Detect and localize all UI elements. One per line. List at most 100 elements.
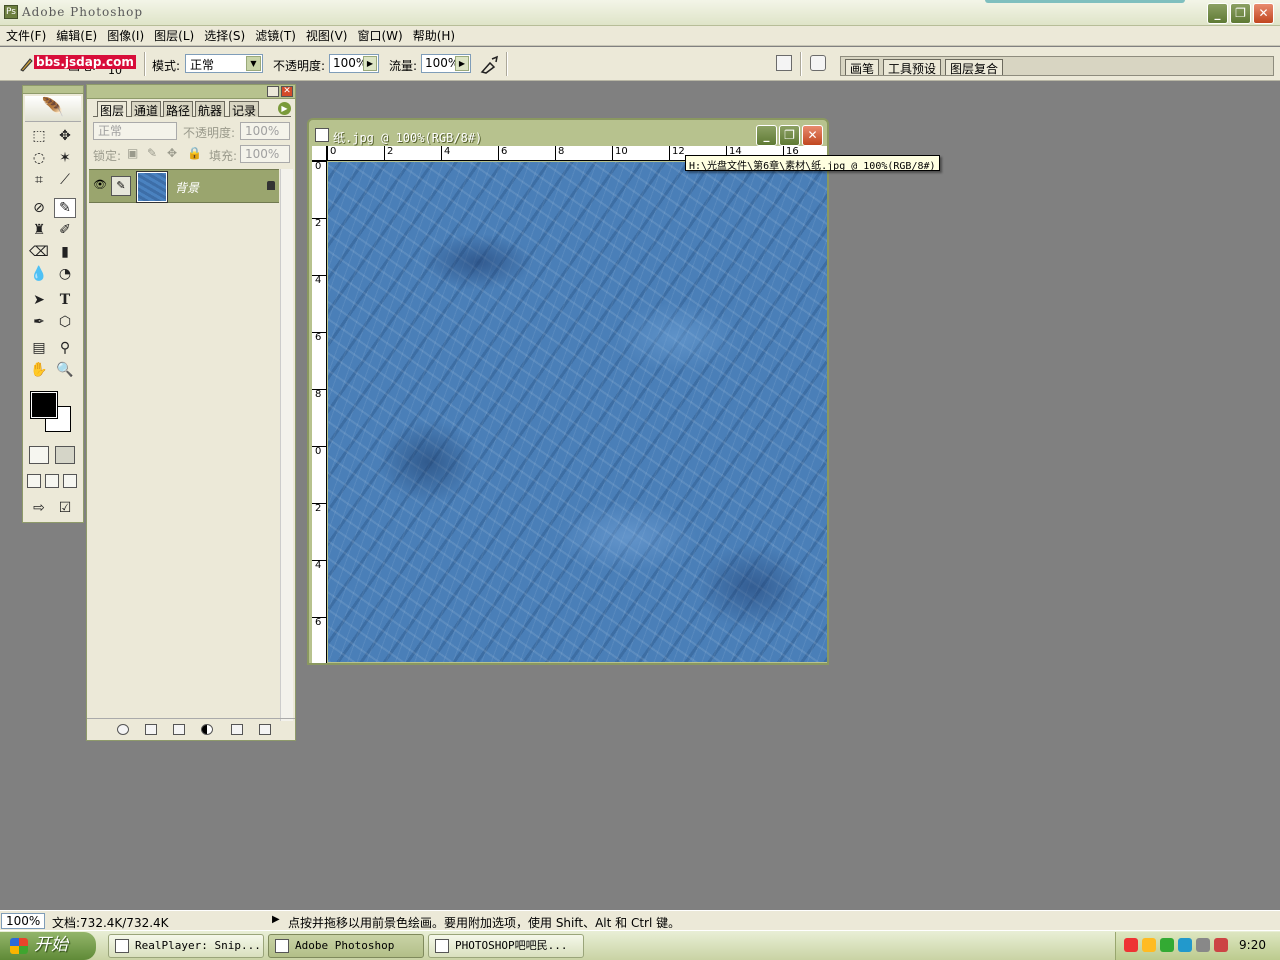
- taskbar-item-browser[interactable]: PHOTOSHOP吧吧民...: [428, 934, 584, 958]
- eyedropper-tool-icon[interactable]: ⚲: [54, 338, 76, 358]
- play-arrow-icon[interactable]: ▶: [363, 56, 377, 71]
- zoom-tool-icon[interactable]: 🔍: [54, 360, 76, 380]
- document-title-bar[interactable]: 纸.jpg @ 100%(RGB/8#) _ ❐ ✕: [313, 124, 823, 146]
- tab-layers[interactable]: 图层: [97, 101, 128, 118]
- shape-tool-icon[interactable]: ⬡: [54, 312, 76, 332]
- menu-edit[interactable]: 编辑(E): [54, 27, 105, 44]
- palette-well-tab-brushes[interactable]: 画笔: [845, 59, 880, 76]
- standard-screen-mode-button[interactable]: [27, 474, 41, 488]
- lock-position-icon[interactable]: ✥: [167, 146, 177, 160]
- menu-select[interactable]: 选择(S): [202, 27, 253, 44]
- vertical-ruler[interactable]: 0 2 4 6 8 0 2 4 6: [312, 161, 327, 663]
- palette-well-tab-layer-comps[interactable]: 图层复合: [945, 59, 1004, 76]
- taskbar-item-photoshop[interactable]: Adobe Photoshop: [268, 934, 424, 958]
- brush-link-icon[interactable]: ✎: [111, 176, 131, 196]
- notes-tool-icon[interactable]: ▤: [28, 338, 50, 358]
- menu-window[interactable]: 窗口(W): [355, 27, 410, 44]
- toolbox-header[interactable]: [23, 86, 83, 94]
- play-arrow-icon[interactable]: ▶: [455, 56, 469, 71]
- menu-filter[interactable]: 滤镜(T): [253, 27, 304, 44]
- qq-icon[interactable]: [1124, 938, 1138, 952]
- healing-brush-tool-icon[interactable]: ⊘: [28, 198, 50, 218]
- lasso-tool-icon[interactable]: ◌: [28, 148, 50, 168]
- palette-well-tab-tool-presets[interactable]: 工具预设: [883, 59, 942, 76]
- full-screen-menu-mode-button[interactable]: [45, 474, 59, 488]
- move-tool-icon[interactable]: ✥: [54, 126, 76, 146]
- menu-view[interactable]: 视图(V): [304, 27, 356, 44]
- layers-scrollbar[interactable]: [280, 169, 293, 721]
- full-screen-mode-button[interactable]: [63, 474, 77, 488]
- marquee-tool-icon[interactable]: ⬚: [28, 126, 50, 146]
- minimize-button[interactable]: _: [1207, 3, 1228, 24]
- new-layer-icon[interactable]: [231, 724, 243, 735]
- eye-visibility-icon[interactable]: 👁: [93, 178, 107, 192]
- image-canvas[interactable]: [328, 162, 827, 662]
- network-icon[interactable]: [1160, 938, 1174, 952]
- menu-file[interactable]: 文件(F): [4, 27, 54, 44]
- palette-menu-arrow-icon[interactable]: ▶: [278, 102, 291, 115]
- type-tool-icon[interactable]: T: [54, 290, 76, 310]
- airbrush-icon[interactable]: [480, 55, 500, 75]
- blend-mode-select[interactable]: 正常: [93, 122, 177, 140]
- palette-close-button[interactable]: ✕: [281, 86, 293, 97]
- file-browser-icon[interactable]: [776, 55, 792, 71]
- layer-row-background[interactable]: 👁 ✎ 背景: [89, 169, 279, 203]
- dodge-tool-icon[interactable]: ◔: [54, 264, 76, 284]
- magic-wand-tool-icon[interactable]: ✶: [54, 148, 76, 168]
- tab-navigator[interactable]: 航器: [195, 101, 226, 118]
- edit-check-icon[interactable]: ☑: [54, 498, 76, 518]
- path-selection-tool-icon[interactable]: ➤: [28, 290, 50, 310]
- security-icon[interactable]: [1214, 938, 1228, 952]
- flow-input[interactable]: 100% ▶: [421, 54, 471, 73]
- layers-palette-header[interactable]: ✕: [87, 85, 295, 99]
- brush-tool-icon[interactable]: ✎: [54, 198, 76, 218]
- antivirus-icon[interactable]: [1178, 938, 1192, 952]
- pen-tool-icon[interactable]: ✒: [28, 312, 50, 332]
- lock-image-icon[interactable]: ✎: [147, 146, 157, 160]
- restore-button[interactable]: ❐: [1230, 3, 1251, 24]
- new-group-icon[interactable]: [173, 724, 185, 735]
- doc-maximize-button[interactable]: ❐: [779, 125, 800, 146]
- slice-tool-icon[interactable]: ⟋: [54, 170, 76, 190]
- lock-all-icon[interactable]: 🔒: [187, 146, 202, 160]
- taskbar-item-realplayer[interactable]: RealPlayer: Snip...: [108, 934, 264, 958]
- go-to-imageready-icon[interactable]: [810, 55, 826, 71]
- fill-input[interactable]: 100%: [240, 145, 290, 163]
- menu-help[interactable]: 帮助(H): [411, 27, 463, 44]
- hand-tool-icon[interactable]: ✋: [28, 360, 50, 380]
- menu-image[interactable]: 图像(I): [105, 27, 152, 44]
- document-size-info[interactable]: 文档:732.4K/732.4K: [52, 914, 169, 931]
- foreground-color-swatch[interactable]: [30, 391, 58, 419]
- layer-opacity-input[interactable]: 100%: [240, 122, 290, 140]
- tab-history[interactable]: 记录: [229, 101, 260, 118]
- mode-select[interactable]: 正常 ▼: [185, 54, 263, 73]
- trash-icon[interactable]: [259, 724, 271, 735]
- volume-icon[interactable]: [1196, 938, 1210, 952]
- start-button[interactable]: 开始: [0, 932, 96, 960]
- opacity-input[interactable]: 100% ▶: [329, 54, 379, 73]
- zoom-level-input[interactable]: 100%: [1, 913, 45, 929]
- eraser-tool-icon[interactable]: ⌫: [28, 242, 50, 262]
- tab-channels[interactable]: 通道: [131, 101, 162, 118]
- doc-minimize-button[interactable]: _: [756, 125, 777, 146]
- quick-mask-mode-button[interactable]: [55, 446, 75, 464]
- crop-tool-icon[interactable]: ⌗: [28, 170, 50, 190]
- adjustment-layer-icon[interactable]: [201, 724, 213, 735]
- alert-icon[interactable]: [1142, 938, 1156, 952]
- photoshop-feather-icon[interactable]: 🪶: [25, 96, 81, 122]
- lock-transparent-icon[interactable]: ▣: [127, 146, 138, 160]
- layer-style-icon[interactable]: [117, 724, 129, 735]
- clone-stamp-tool-icon[interactable]: ♜: [28, 220, 50, 240]
- history-brush-tool-icon[interactable]: ✐: [54, 220, 76, 240]
- ruler-origin[interactable]: [312, 146, 327, 161]
- jump-to-imageready-icon[interactable]: ⇨: [28, 498, 50, 518]
- standard-mode-button[interactable]: [29, 446, 49, 464]
- tab-paths[interactable]: 路径: [163, 101, 194, 118]
- add-mask-icon[interactable]: [145, 724, 157, 735]
- blur-tool-icon[interactable]: 💧: [28, 264, 50, 284]
- status-menu-arrow-icon[interactable]: ▶: [272, 914, 280, 925]
- gradient-tool-icon[interactable]: ▮: [54, 242, 76, 262]
- menu-layer[interactable]: 图层(L): [152, 27, 202, 44]
- close-button[interactable]: ✕: [1253, 3, 1274, 24]
- palette-minimize-button[interactable]: [267, 86, 279, 97]
